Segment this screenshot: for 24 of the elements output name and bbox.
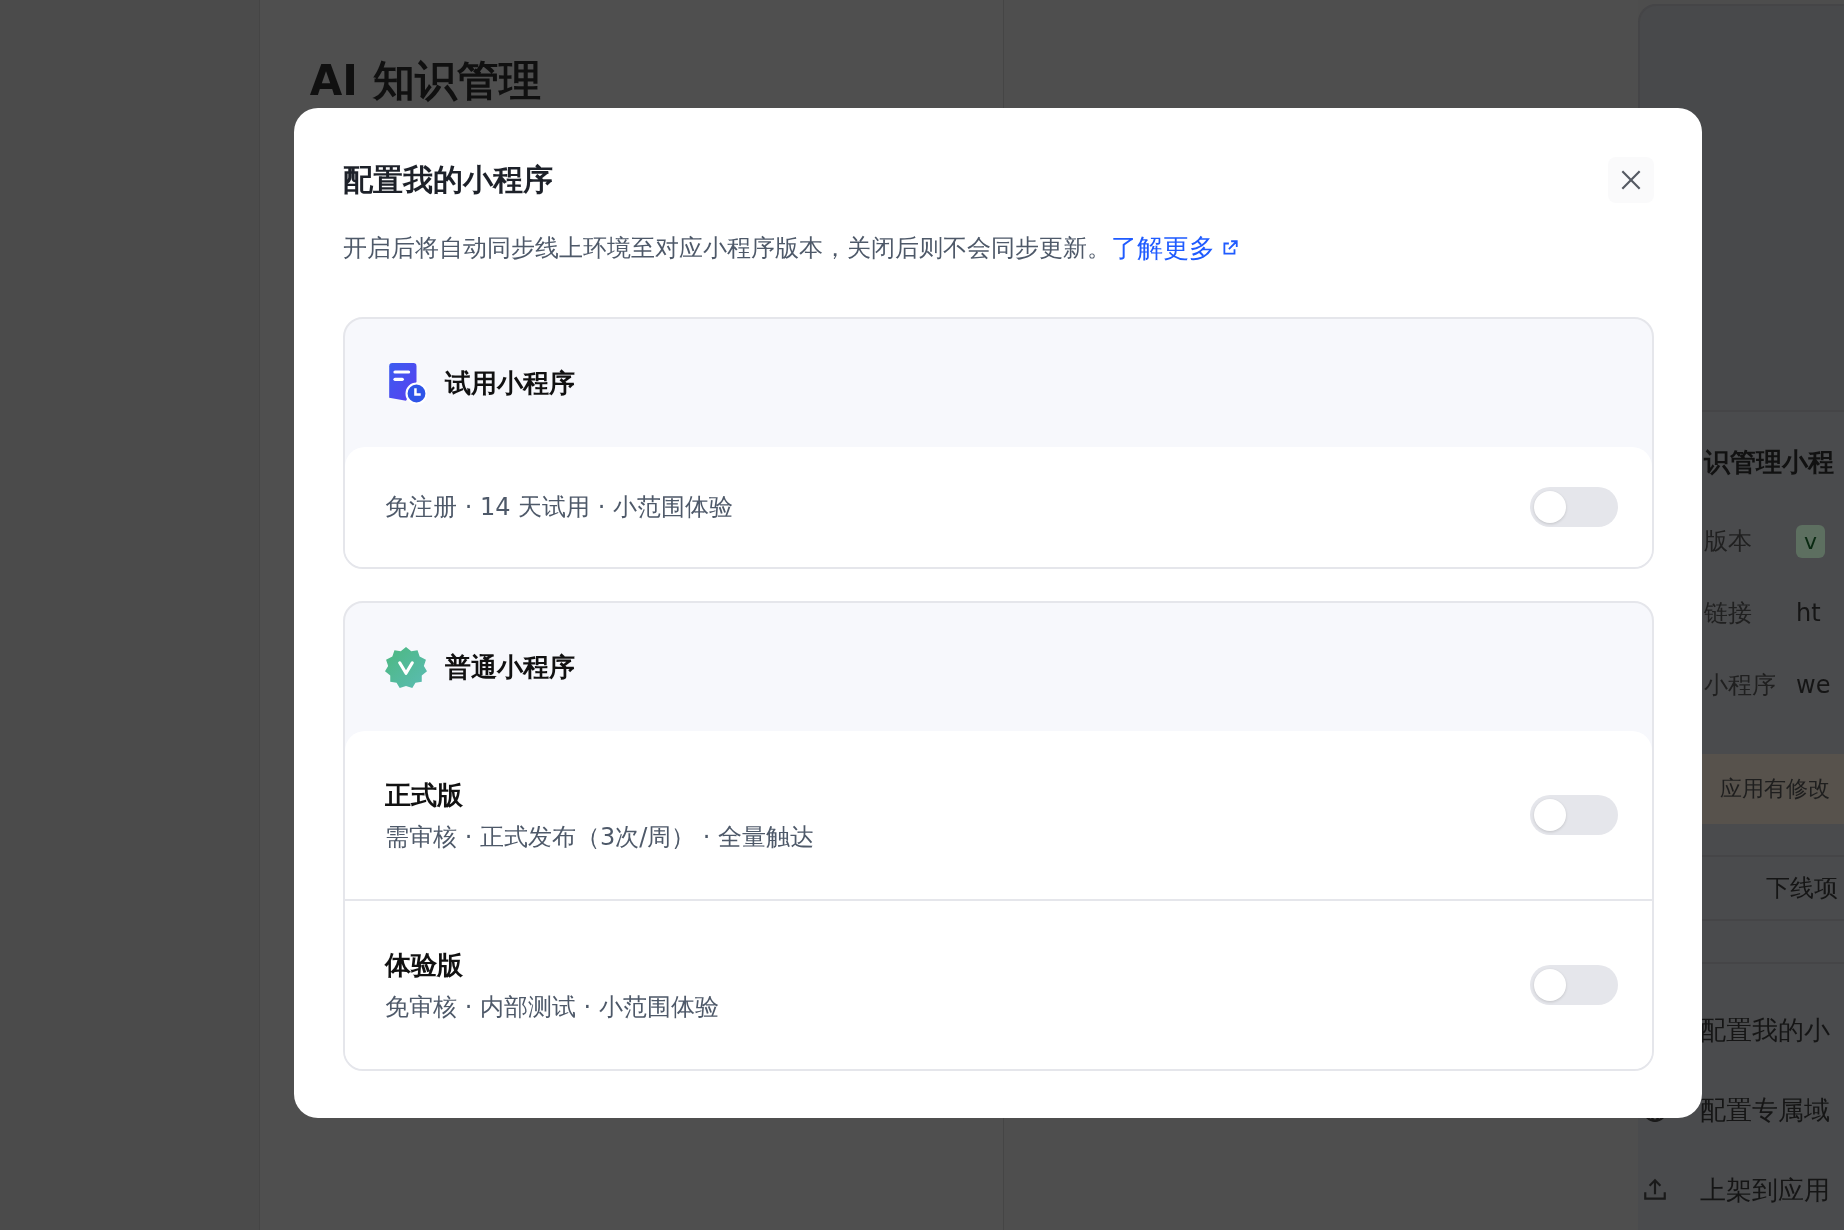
option-description: 免审核 · 内部测试 · 小范围体验: [385, 991, 719, 1023]
external-link-icon: [1221, 239, 1239, 257]
toggle-switch[interactable]: [1530, 487, 1618, 527]
page-title: AI 知识管理: [309, 56, 542, 106]
close-button[interactable]: [1608, 157, 1654, 203]
toggle-switch[interactable]: [1530, 795, 1618, 835]
version-tag: v: [1796, 524, 1826, 558]
field-value: ht: [1796, 599, 1821, 627]
field-value: we: [1796, 671, 1831, 699]
dialog-title: 配置我的小程序: [343, 161, 553, 199]
panel-title: 识管理小程: [1702, 447, 1835, 477]
option-label: 正式版: [385, 778, 464, 812]
card-title: 普通小程序: [445, 650, 575, 684]
option-label: 体验版: [385, 948, 464, 982]
upload-icon: [1642, 1177, 1668, 1203]
learn-more-link[interactable]: 了解更多: [1111, 231, 1239, 265]
notice-text: 应用有修改: [1720, 775, 1830, 803]
toggle-switch[interactable]: [1530, 965, 1618, 1005]
verified-badge-icon: [385, 646, 427, 688]
menu-item[interactable]: 上架到应用: [1694, 1172, 1830, 1208]
option-description: 需审核 · 正式发布（3次/周） · 全量触达: [385, 821, 815, 853]
dialog-description: 开启后将自动同步线上环境至对应小程序版本，关闭后则不会同步更新。: [343, 233, 1111, 264]
option-description: 免注册 · 14 天试用 · 小范围体验: [385, 492, 733, 523]
card-title: 试用小程序: [445, 366, 575, 400]
